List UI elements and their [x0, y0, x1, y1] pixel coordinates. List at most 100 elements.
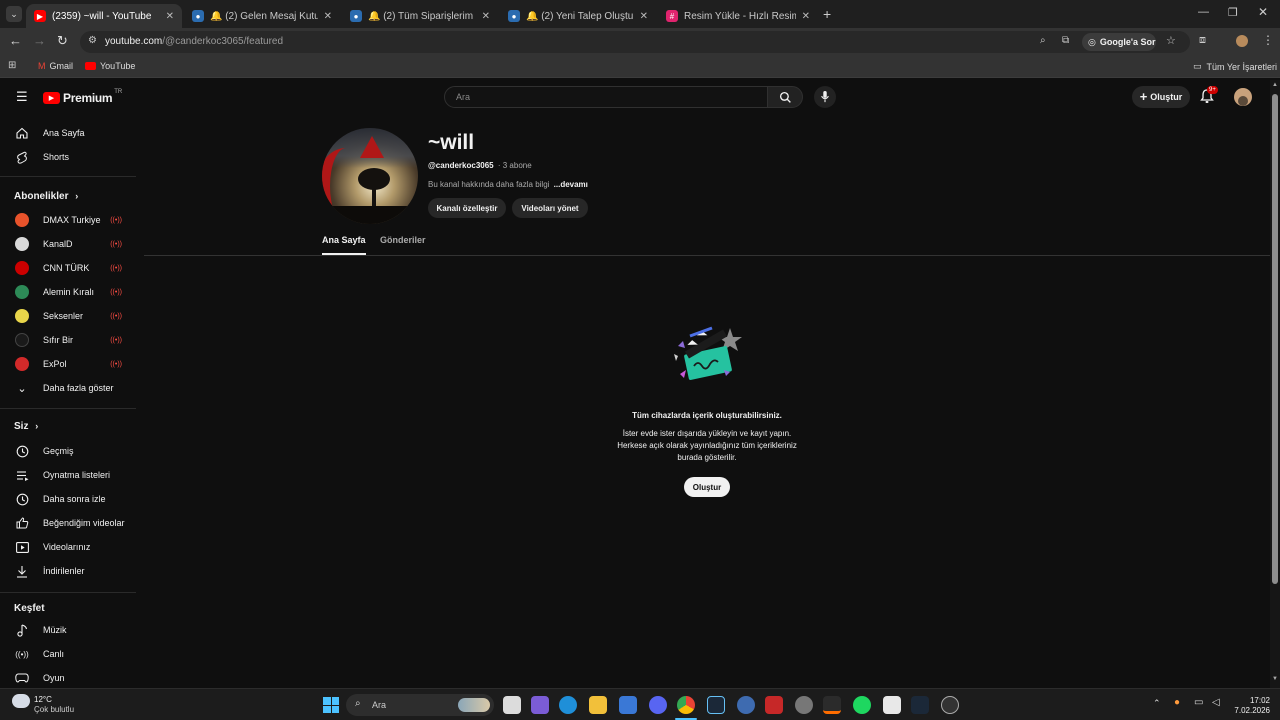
sidebar-sub-cnnturk[interactable]: CNN TÜRK ((•)) — [0, 256, 136, 280]
search-box[interactable]: Ara — [444, 86, 768, 108]
microphone-icon[interactable]: ● — [1174, 697, 1180, 708]
tab-youtube[interactable]: ▶ (2359) ~will - YouTube ✕ — [26, 4, 182, 28]
url-text[interactable]: youtube.com/@canderkoc3065/featured — [105, 36, 283, 47]
close-icon[interactable]: ✕ — [324, 11, 332, 22]
search-button[interactable] — [767, 86, 803, 108]
sidebar-item-liked[interactable]: Beğendiğim videolar — [0, 511, 136, 535]
youtube-logo[interactable]: ▶ Premium TR — [43, 89, 122, 105]
app-icon[interactable] — [883, 696, 901, 714]
volume-icon[interactable]: ◁ — [1212, 697, 1220, 708]
new-tab-button[interactable]: + — [823, 6, 831, 22]
app-icon[interactable] — [795, 696, 813, 714]
scrollbar-thumb[interactable] — [1272, 94, 1278, 584]
hamburger-menu-icon[interactable]: ☰ — [16, 90, 28, 103]
channel-tab-home[interactable]: Ana Sayfa — [322, 235, 366, 245]
bookmark-star-icon[interactable]: ☆ — [1166, 34, 1176, 47]
notifications-button[interactable]: 9+ — [1200, 86, 1218, 109]
subscriptions-header[interactable]: Abonelikler › — [14, 191, 78, 202]
edge-icon[interactable] — [559, 696, 577, 714]
back-arrow-icon[interactable]: ← — [9, 34, 22, 48]
app-icon[interactable] — [737, 696, 755, 714]
sidebar-item-watch-later[interactable]: Daha sonra izle — [0, 487, 136, 511]
all-bookmarks[interactable]: ▭ Tüm Yer İşaretleri — [1193, 61, 1277, 72]
close-window-button[interactable]: ✕ — [1258, 5, 1268, 19]
extensions-icon[interactable]: ⧈ — [1199, 34, 1206, 47]
teams-icon[interactable] — [531, 696, 549, 714]
sidebar-item-downloads[interactable]: İndirilenler — [0, 559, 136, 583]
sidebar-sub-sifir-bir[interactable]: Sıfır Bir ((•)) — [0, 328, 136, 352]
sidebar-item-live[interactable]: ((•)) Canlı — [0, 642, 136, 666]
chrome-icon[interactable] — [677, 696, 695, 714]
store-icon[interactable] — [619, 696, 637, 714]
weather-cloud-icon[interactable] — [12, 694, 30, 708]
sidebar-sub-dmax[interactable]: DMAX Turkiye ((•)) — [0, 208, 136, 232]
app-icon[interactable] — [823, 696, 841, 714]
bookmark-youtube[interactable]: YouTube — [85, 61, 135, 71]
network-icon[interactable]: ▭ — [1194, 697, 1203, 708]
restore-button[interactable]: ❐ — [1228, 6, 1238, 19]
close-icon[interactable]: ✕ — [640, 11, 648, 22]
channel-tab-posts[interactable]: Gönderiler — [380, 235, 426, 245]
sidebar-item-shorts[interactable]: Shorts — [0, 145, 136, 169]
customize-channel-button[interactable]: Kanalı özelleştir — [428, 198, 506, 218]
install-app-icon[interactable]: ⧉ — [1062, 35, 1069, 46]
voice-search-button[interactable] — [814, 86, 836, 108]
sidebar-sub-alemin-kirali[interactable]: Alemin Kıralı ((•)) — [0, 280, 136, 304]
google-lens-button[interactable]: ◎ Google'a Sor — [1082, 33, 1156, 51]
sidebar-item-music[interactable]: Müzik — [0, 618, 136, 642]
reload-icon[interactable]: ↻ — [57, 34, 68, 48]
close-icon[interactable]: ✕ — [166, 11, 174, 22]
task-view-icon[interactable] — [503, 696, 521, 714]
sidebar-sub-seksenler[interactable]: Seksenler ((•)) — [0, 304, 136, 328]
weather-widget[interactable]: 12°C Çok bulutlu — [34, 695, 74, 715]
channel-avatar-large[interactable] — [322, 128, 418, 224]
sidebar-item-label: Oynatma listeleri — [43, 470, 111, 480]
omnibox[interactable]: ⚙ youtube.com/@canderkoc3065/featured ⌕ … — [80, 31, 1190, 53]
scroll-up-icon[interactable]: ▲ — [1272, 82, 1278, 88]
channel-about-more[interactable]: ...devamı — [554, 180, 588, 189]
spotify-icon[interactable] — [853, 696, 871, 714]
sidebar-show-more[interactable]: ⌄ Daha fazla göster — [0, 376, 136, 400]
chevron-up-icon[interactable]: ⌃ — [1153, 698, 1161, 709]
sidebar-item-your-videos[interactable]: Videolarınız — [0, 535, 136, 559]
tab-search-icon[interactable]: ⌄ — [6, 6, 22, 22]
sidebar-item-gaming[interactable]: Oyun — [0, 666, 136, 690]
empty-state-create-button[interactable]: Oluştur — [684, 477, 730, 497]
create-button[interactable]: + Oluştur — [1132, 86, 1190, 108]
tab-orders[interactable]: ● 🔔 (2) Tüm Siparişlerim - Sipar ✕ — [342, 4, 498, 28]
you-header[interactable]: Siz › — [14, 421, 38, 432]
steam-icon[interactable] — [911, 696, 929, 714]
forward-arrow-icon[interactable]: → — [33, 34, 46, 48]
apps-grid-icon[interactable]: ⊞ — [8, 60, 16, 71]
sidebar-item-playlists[interactable]: Oynatma listeleri — [0, 463, 136, 487]
discord-icon[interactable] — [649, 696, 667, 714]
sidebar-item-history[interactable]: Geçmiş — [0, 439, 136, 463]
sidebar-item-home[interactable]: Ana Sayfa — [0, 121, 136, 145]
tab-request[interactable]: ● 🔔 (2) Yeni Talep Oluştur – İten ✕ — [500, 4, 656, 28]
steam-icon[interactable] — [707, 696, 725, 714]
profile-avatar[interactable] — [1236, 35, 1248, 47]
windows-start-icon[interactable] — [323, 697, 339, 713]
zoom-icon[interactable]: ⌕ — [1040, 35, 1046, 46]
app-icon[interactable] — [765, 696, 783, 714]
obs-icon[interactable] — [941, 696, 959, 714]
channel-about[interactable]: Bu kanal hakkında daha fazla bilgi ...de… — [428, 180, 588, 189]
sidebar-sub-expol[interactable]: ExPol ((•)) — [0, 352, 136, 376]
browser-tab-bar: ⌄ ▶ (2359) ~will - YouTube ✕ ● 🔔 (2) Gel… — [0, 0, 1280, 28]
account-avatar[interactable] — [1234, 88, 1252, 106]
sidebar-sub-kanald[interactable]: KanalD ((•)) — [0, 232, 136, 256]
menu-kebab-icon[interactable]: ⋮ — [1262, 33, 1274, 47]
bookmark-gmail[interactable]: M Gmail — [38, 61, 73, 71]
site-info-icon[interactable]: ⚙ — [88, 35, 97, 46]
file-explorer-icon[interactable] — [589, 696, 607, 714]
close-icon[interactable]: ✕ — [802, 11, 810, 22]
taskbar-search[interactable]: ⌕ Ara — [346, 694, 494, 716]
page-scrollbar[interactable]: ▲ ▼ — [1270, 80, 1280, 688]
tab-image-upload[interactable]: # Resim Yükle - Hızlı Resim Payla ✕ — [658, 4, 818, 28]
scroll-down-icon[interactable]: ▼ — [1272, 676, 1278, 682]
manage-videos-button[interactable]: Videoları yönet — [512, 198, 588, 218]
close-icon[interactable]: ✕ — [482, 11, 490, 22]
tab-mail[interactable]: ● 🔔 (2) Gelen Mesaj Kutusu ve S ✕ — [184, 4, 340, 28]
clock-widget[interactable]: 17:02 7.02.2026 — [1230, 696, 1270, 716]
minimize-button[interactable]: — — [1198, 6, 1209, 18]
